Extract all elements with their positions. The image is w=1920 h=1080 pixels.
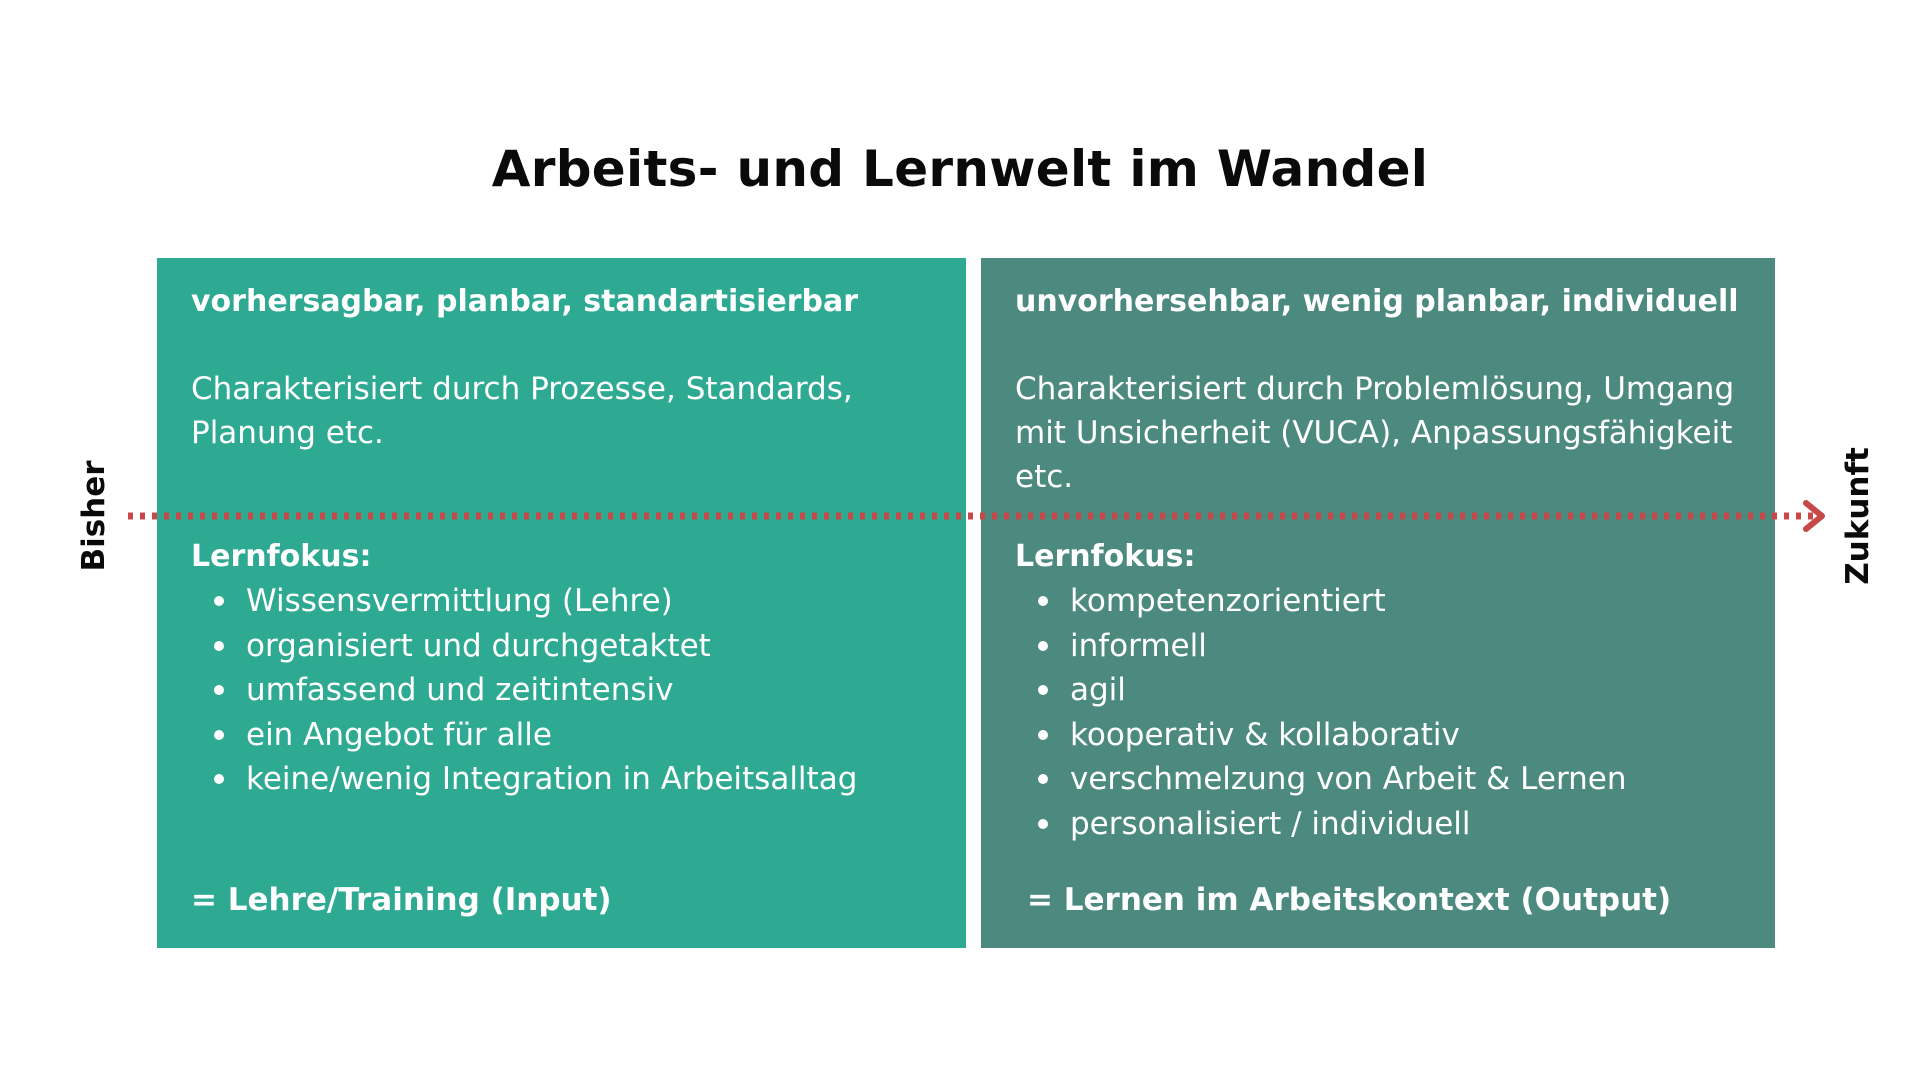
panel-zukunft-focus-list: kompetenzorientiert informell agil koope… — [1015, 579, 1745, 846]
list-item: personalisiert / individuell — [1015, 802, 1745, 847]
panel-zukunft-focus-heading: Lernfokus: — [1015, 539, 1196, 574]
bullet-icon — [1038, 774, 1048, 784]
list-item-text: ein Angebot für alle — [246, 716, 552, 753]
list-item-text: kooperativ & kollaborativ — [1070, 716, 1460, 753]
panel-zukunft-description: Charakterisiert durch Problemlösung, Umg… — [1015, 371, 1735, 495]
list-item: Wissensvermittlung (Lehre) — [191, 579, 936, 624]
list-item: verschmelzung von Arbeit & Lernen — [1015, 757, 1745, 802]
list-item-text: organisiert und durchgetaktet — [246, 627, 711, 664]
panel-zukunft-summary: = Lernen im Arbeitskontext (Output) — [1027, 882, 1672, 918]
arrow-right-icon — [1803, 500, 1825, 532]
panel-bisher-summary: = Lehre/Training (Input) — [191, 882, 612, 918]
panel-bisher-focus-heading: Lernfokus: — [191, 539, 372, 574]
label-bisher: Bisher — [76, 460, 112, 572]
list-item-text: kompetenzorientiert — [1070, 583, 1386, 619]
bullet-icon — [214, 596, 224, 606]
bullet-icon — [1038, 729, 1048, 740]
bullet-icon — [1038, 818, 1048, 829]
list-item-text: verschmelzung von Arbeit & Lernen — [1070, 761, 1627, 797]
bullet-icon — [214, 685, 224, 695]
list-item-text: personalisiert / individuell — [1070, 805, 1471, 842]
panel-bisher-focus-list: Wissensvermittlung (Lehre) organisiert u… — [191, 579, 936, 802]
list-item: keine/wenig Integration in Arbeitsalltag — [191, 757, 936, 802]
panel-bisher-heading: vorhersagbar, planbar, standartisierbar — [191, 284, 859, 319]
list-item: kompetenzorientiert — [1015, 579, 1745, 624]
list-item: ein Angebot für alle — [191, 713, 936, 758]
list-item: organisiert und durchgetaktet — [191, 624, 936, 669]
list-item-text: umfassend und zeitintensiv — [246, 672, 674, 708]
list-item: agil — [1015, 668, 1745, 713]
bullet-icon — [1038, 596, 1048, 606]
bullet-icon — [214, 729, 224, 740]
bullet-icon — [214, 640, 224, 651]
list-item: umfassend und zeitintensiv — [191, 668, 936, 713]
bullet-icon — [1038, 685, 1048, 695]
label-zukunft: Zukunft — [1840, 447, 1876, 585]
list-item-text: keine/wenig Integration in Arbeitsalltag — [246, 761, 858, 797]
bullet-icon — [214, 774, 224, 784]
panel-bisher-description: Charakterisiert durch Prozesse, Standard… — [191, 371, 853, 451]
list-item: informell — [1015, 624, 1745, 669]
panel-zukunft-heading: unvorhersehbar, wenig planbar, individue… — [1015, 284, 1739, 319]
page-title: Arbeits- und Lernwelt im Wandel — [491, 140, 1429, 198]
list-item-text: Wissensvermittlung (Lehre) — [246, 583, 673, 619]
list-item: kooperativ & kollaborativ — [1015, 713, 1745, 758]
panel-bisher: vorhersagbar, planbar, standartisierbar … — [157, 258, 966, 948]
list-item-text: informell — [1070, 627, 1207, 664]
list-item-text: agil — [1070, 672, 1126, 708]
bullet-icon — [1038, 640, 1048, 651]
panel-zukunft: unvorhersehbar, wenig planbar, individue… — [981, 258, 1775, 948]
